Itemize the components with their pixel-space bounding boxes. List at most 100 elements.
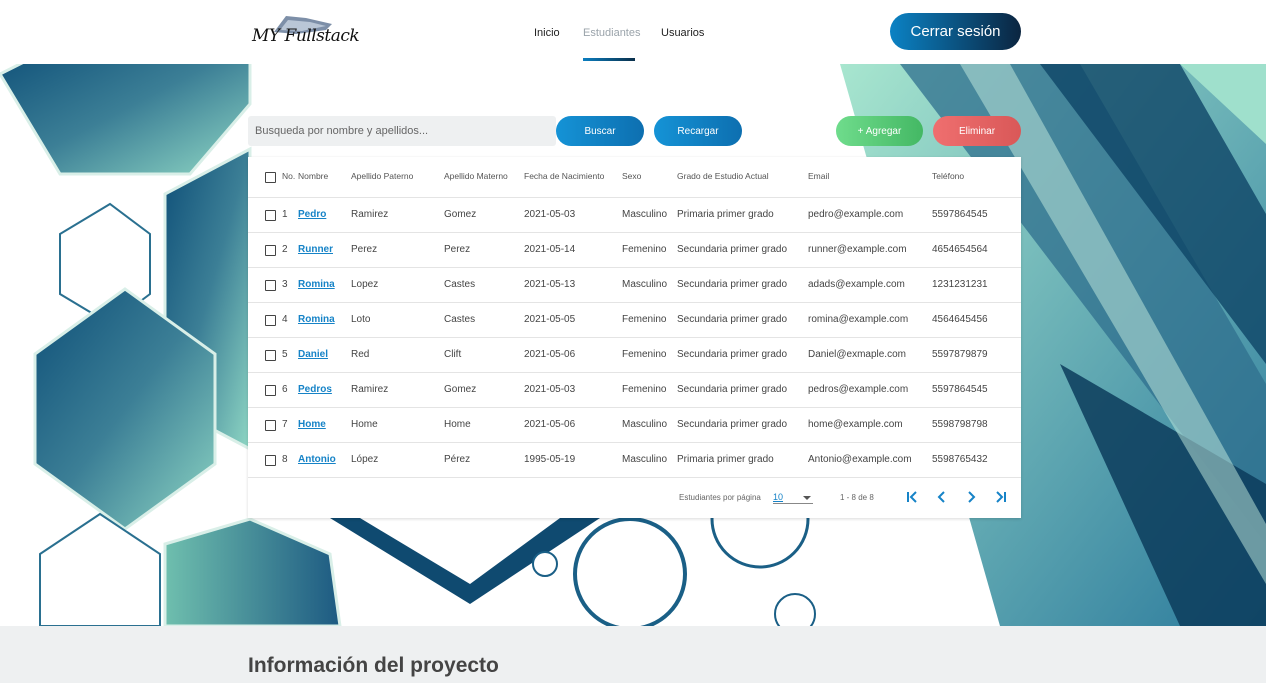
table-row[interactable]: 4 Romina Loto Castes 2021-05-05 Femenino Secun… xyxy=(248,303,1021,338)
col-apellido-materno[interactable]: Apellido Materno xyxy=(444,171,508,181)
row-grado: Secundaria primer grado xyxy=(677,419,788,430)
row-name-link[interactable]: Daniel xyxy=(298,349,328,360)
row-email: romina@example.com xyxy=(808,314,909,325)
row-apellido-materno: Pérez xyxy=(444,454,471,465)
row-apellido-paterno: López xyxy=(351,454,379,465)
row-number: 1 xyxy=(282,209,288,220)
row-apellido-paterno: Lopez xyxy=(351,279,379,290)
row-apellido-paterno: Perez xyxy=(351,244,378,255)
reload-button[interactable]: Recargar xyxy=(654,116,742,146)
table-row[interactable]: 7 Home Home Home 2021-05-06 Masculino Secundar… xyxy=(248,408,1021,443)
row-telefono: 5597879879 xyxy=(932,349,988,360)
row-sexo: Femenino xyxy=(622,244,667,255)
logout-button[interactable]: Cerrar sesión xyxy=(890,13,1021,50)
row-email: pedros@example.com xyxy=(808,384,909,395)
chevron-left-icon[interactable] xyxy=(934,489,950,505)
row-name-link[interactable]: Pedros xyxy=(298,384,332,395)
row-number: 6 xyxy=(282,384,288,395)
per-page-select[interactable]: 10 xyxy=(773,490,813,504)
nav-estudiantes[interactable]: Estudiantes xyxy=(583,0,661,64)
students-table: No. Nombre Apellido Paterno Apellido Mat… xyxy=(248,157,1021,518)
col-nombre[interactable]: Nombre xyxy=(298,171,328,181)
row-grado: Secundaria primer grado xyxy=(677,314,788,325)
row-apellido-materno: Gomez xyxy=(444,209,477,220)
search-button[interactable]: Buscar xyxy=(556,116,644,146)
row-fecha: 2021-05-03 xyxy=(524,209,576,220)
last-page-icon[interactable] xyxy=(992,489,1008,505)
table-row[interactable]: 8 Antonio López Pérez 1995-05-19 Masculino Pri… xyxy=(248,443,1021,478)
row-sexo: Masculino xyxy=(622,454,668,465)
chevron-right-icon[interactable] xyxy=(963,489,979,505)
logo[interactable]: MY Fullstack xyxy=(252,12,360,52)
col-email[interactable]: Email xyxy=(808,171,829,181)
row-checkbox[interactable] xyxy=(265,280,276,291)
row-fecha: 2021-05-03 xyxy=(524,384,576,395)
row-fecha: 1995-05-19 xyxy=(524,454,576,465)
table-row[interactable]: 2 Runner Perez Perez 2021-05-14 Femenino Secun… xyxy=(248,233,1021,268)
col-grado[interactable]: Grado de Estudio Actual xyxy=(677,171,769,181)
row-grado: Secundaria primer grado xyxy=(677,279,788,290)
row-sexo: Femenino xyxy=(622,384,667,395)
row-number: 8 xyxy=(282,454,288,465)
col-fecha-nacimiento[interactable]: Fecha de Nacimiento xyxy=(524,171,604,181)
row-email: runner@example.com xyxy=(808,244,907,255)
row-checkbox[interactable] xyxy=(265,210,276,221)
nav-inicio[interactable]: Inicio xyxy=(534,0,583,64)
row-name-link[interactable]: Runner xyxy=(298,244,333,255)
row-number: 7 xyxy=(282,419,288,430)
row-sexo: Femenino xyxy=(622,349,667,360)
row-telefono: 5598765432 xyxy=(932,454,988,465)
row-name-link[interactable]: Antonio xyxy=(298,454,336,465)
row-sexo: Masculino xyxy=(622,279,668,290)
add-button[interactable]: + Agregar xyxy=(836,116,923,146)
top-navbar: MY Fullstack Inicio Estudiantes Usuarios… xyxy=(0,0,1266,64)
row-apellido-materno: Castes xyxy=(444,314,476,325)
row-checkbox[interactable] xyxy=(265,455,276,466)
table-row[interactable]: 1 Pedro Ramirez Gomez 2021-05-03 Masculino Pri… xyxy=(248,198,1021,233)
row-grado: Secundaria primer grado xyxy=(677,384,788,395)
row-telefono: 1231231231 xyxy=(932,279,988,290)
row-apellido-materno: Perez xyxy=(444,244,471,255)
row-sexo: Masculino xyxy=(622,209,668,220)
row-name-link[interactable]: Home xyxy=(298,419,326,430)
table-row[interactable]: 3 Romina Lopez Castes 2021-05-13 Masculino Sec… xyxy=(248,268,1021,303)
row-telefono: 5597864545 xyxy=(932,384,988,395)
row-apellido-paterno: Home xyxy=(351,419,378,430)
per-page-label: Estudiantes por página xyxy=(679,493,761,502)
row-name-link[interactable]: Romina xyxy=(298,314,335,325)
first-page-icon[interactable] xyxy=(905,489,921,505)
row-apellido-materno: Gomez xyxy=(444,384,477,395)
row-apellido-paterno: Loto xyxy=(351,314,371,325)
delete-button[interactable]: Eliminar xyxy=(933,116,1021,146)
col-sexo[interactable]: Sexo xyxy=(622,171,641,181)
search-input[interactable]: Busqueda por nombre y apellidos... xyxy=(248,116,556,146)
col-telefono[interactable]: Teléfono xyxy=(932,171,964,181)
row-checkbox[interactable] xyxy=(265,420,276,431)
row-apellido-materno: Clift xyxy=(444,349,462,360)
main-nav: Inicio Estudiantes Usuarios xyxy=(534,0,721,64)
row-grado: Primaria primer grado xyxy=(677,454,774,465)
row-name-link[interactable]: Pedro xyxy=(298,209,326,220)
table-row[interactable]: 5 Daniel Red Clift 2021-05-06 Femenino Secunda… xyxy=(248,338,1021,373)
col-no[interactable]: No. xyxy=(282,171,295,181)
row-checkbox[interactable] xyxy=(265,245,276,256)
row-checkbox[interactable] xyxy=(265,385,276,396)
nav-usuarios[interactable]: Usuarios xyxy=(661,0,721,64)
table-row[interactable]: 6 Pedros Ramirez Gomez 2021-05-03 Femenino Sec… xyxy=(248,373,1021,408)
row-telefono: 4654654564 xyxy=(932,244,988,255)
dropdown-arrow-icon xyxy=(803,496,811,500)
col-apellido-paterno[interactable]: Apellido Paterno xyxy=(351,171,413,181)
project-info-section: Información del proyecto xyxy=(0,626,1266,683)
row-telefono: 5598798798 xyxy=(932,419,988,430)
row-grado: Secundaria primer grado xyxy=(677,244,788,255)
project-info-title: Información del proyecto xyxy=(248,654,499,677)
row-email: adads@example.com xyxy=(808,279,905,290)
row-fecha: 2021-05-05 xyxy=(524,314,576,325)
row-name-link[interactable]: Romina xyxy=(298,279,335,290)
select-all-checkbox[interactable] xyxy=(265,172,276,183)
row-email: pedro@example.com xyxy=(808,209,904,220)
row-checkbox[interactable] xyxy=(265,315,276,326)
row-checkbox[interactable] xyxy=(265,350,276,361)
row-sexo: Femenino xyxy=(622,314,667,325)
page-range: 1 - 8 de 8 xyxy=(840,493,874,502)
